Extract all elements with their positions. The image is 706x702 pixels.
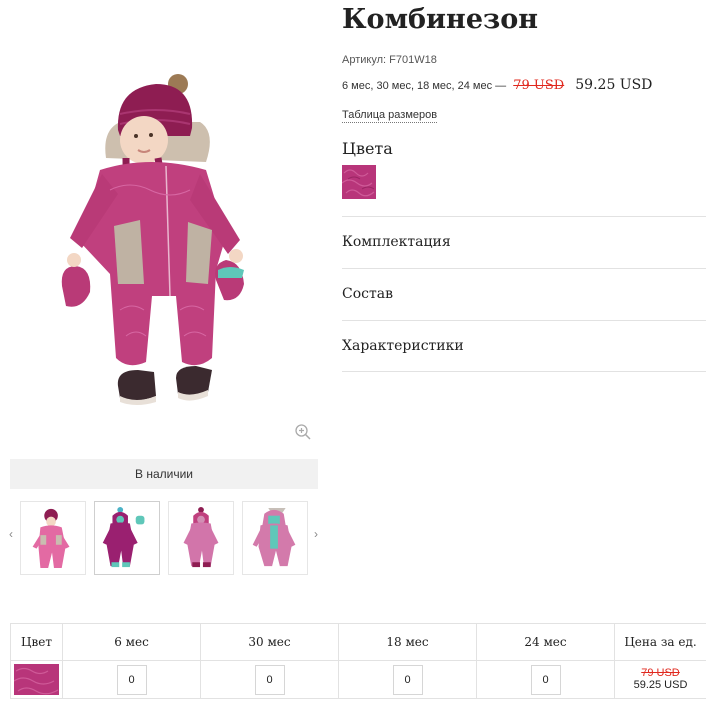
available-sizes: 6 мес, 30 мес, 18 мес, 24 мес —: [342, 80, 507, 92]
qty-input-30-mes[interactable]: [254, 664, 285, 695]
chevron-left-icon[interactable]: ‹: [6, 527, 16, 541]
color-swatch-pink[interactable]: [342, 165, 376, 199]
current-price: 59.25 USD: [575, 77, 653, 93]
order-table-header: Цвет 6 мес 30 мес 18 мес 24 мес Цена за …: [10, 623, 706, 661]
thumbnail-carousel: ‹ ›: [6, 499, 322, 577]
thumbnail-4[interactable]: [242, 501, 308, 575]
thumbnail-2[interactable]: [94, 501, 160, 575]
column-header-size: 24 мес: [476, 623, 615, 661]
size-table-link[interactable]: Таблица размеров: [342, 109, 438, 123]
availability-status: В наличии: [10, 459, 318, 489]
qty-cell: [338, 660, 477, 699]
column-header-size: 18 мес: [338, 623, 477, 661]
chevron-right-icon[interactable]: ›: [311, 527, 321, 541]
thumbnail-1[interactable]: [20, 501, 86, 575]
row-color-cell: [10, 660, 63, 699]
qty-cell: [476, 660, 615, 699]
row-color-swatch: [14, 664, 59, 695]
thumbnail-3[interactable]: [168, 501, 234, 575]
qty-cell: [200, 660, 339, 699]
column-header-color: Цвет: [10, 623, 63, 661]
product-title: Комбинезон: [342, 4, 539, 35]
product-sku: Артикул: F701W18: [342, 54, 437, 66]
table-row: 79 USD 59.25 USD: [10, 660, 706, 699]
unit-price-cell: 79 USD 59.25 USD: [614, 660, 706, 699]
qty-input-24-mes[interactable]: [530, 664, 561, 695]
product-details-accordion: Комплектация Состав Характеристики: [342, 216, 706, 372]
zoom-in-icon[interactable]: [294, 423, 312, 441]
qty-cell: [62, 660, 201, 699]
unit-old-price: 79 USD: [641, 667, 680, 679]
accordion-composition[interactable]: Состав: [342, 268, 706, 320]
accordion-kit[interactable]: Комплектация: [342, 216, 706, 268]
price-line: 6 мес, 30 мес, 18 мес, 24 мес — 79 USD 5…: [342, 77, 652, 93]
qty-input-6-mes[interactable]: [116, 664, 147, 695]
qty-input-18-mes[interactable]: [392, 664, 423, 695]
order-table: Цвет 6 мес 30 мес 18 мес 24 мес Цена за …: [10, 623, 706, 699]
column-header-size: 6 мес: [62, 623, 201, 661]
accordion-characteristics[interactable]: Характеристики: [342, 320, 706, 372]
product-main-image[interactable]: [40, 70, 265, 415]
unit-new-price: 59.25 USD: [633, 679, 688, 691]
old-price: 79 USD: [513, 78, 565, 93]
column-header-unit-price: Цена за ед.: [614, 623, 706, 661]
colors-heading: Цвета: [342, 139, 393, 158]
column-header-size: 30 мес: [200, 623, 339, 661]
